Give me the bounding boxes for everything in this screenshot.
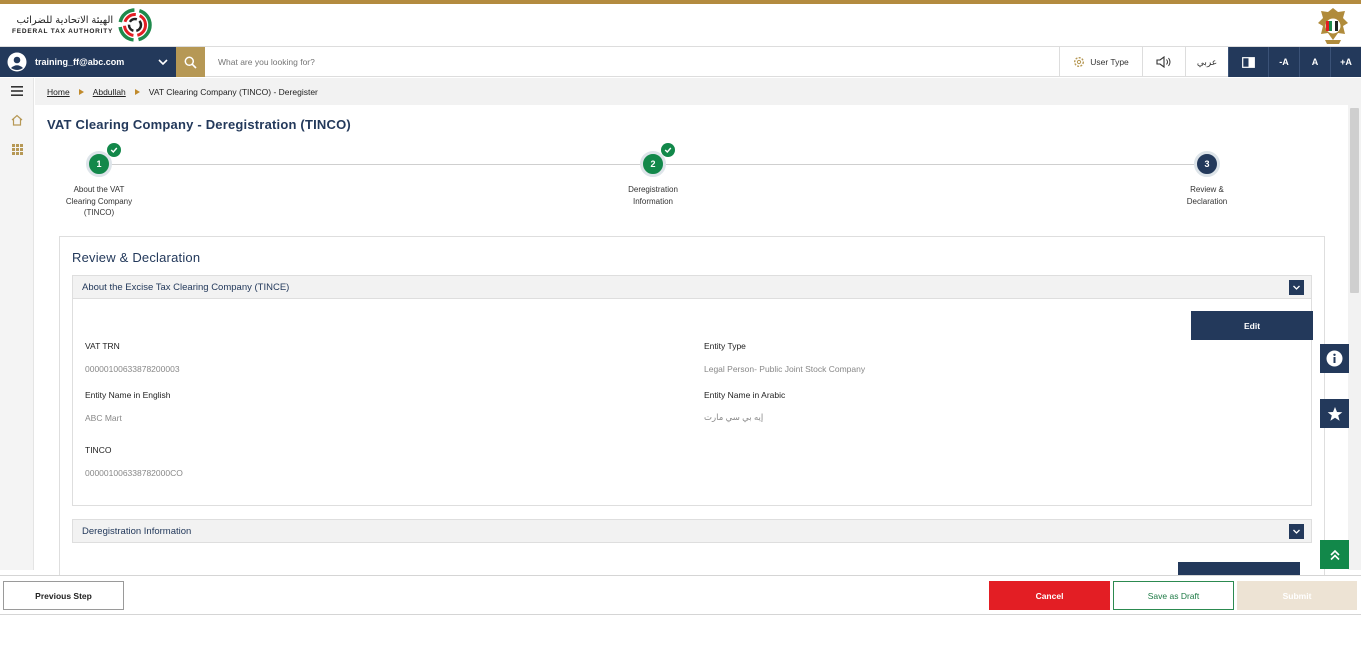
entity-name-ar-value: إيه بي سي مارت — [704, 412, 764, 422]
chevron-down-icon[interactable] — [157, 56, 169, 68]
review-panel: Review & Declaration About the Excise Ta… — [59, 236, 1325, 577]
accordion-body-about-tince: Edit VAT TRN 00000100633878200003 Entity… — [72, 299, 1313, 506]
edit-button[interactable]: Edit — [1191, 311, 1313, 340]
cancel-button[interactable]: Cancel — [989, 581, 1110, 610]
user-type-selector[interactable]: User Type — [1059, 47, 1142, 77]
font-decrease-button[interactable]: -A — [1268, 47, 1299, 77]
search-icon — [184, 56, 197, 69]
fta-logo-mark-icon — [118, 8, 152, 42]
scroll-to-top-button[interactable] — [1320, 540, 1349, 569]
logo-arabic-text: الهيئة الاتحادية للضرائب — [16, 14, 114, 26]
step-2[interactable]: 2 Deregistration Information — [598, 143, 708, 207]
step-number: 3 — [1194, 151, 1220, 177]
vat-trn-label: VAT TRN — [85, 341, 120, 351]
contrast-icon — [1242, 56, 1255, 68]
user-menu[interactable]: training_ff@abc.com — [0, 47, 176, 77]
breadcrumb-abdullah-link[interactable]: Abdullah — [93, 87, 126, 97]
entity-type-value: Legal Person- Public Joint Stock Company — [704, 364, 866, 374]
accordion-header-about-tince[interactable]: About the Excise Tax Clearing Company (T… — [72, 275, 1312, 299]
breadcrumb-separator-icon — [78, 88, 84, 95]
accordion-header-deregistration-info[interactable]: Deregistration Information — [72, 519, 1312, 543]
chevron-down-icon[interactable] — [1289, 524, 1304, 539]
uae-emblem-icon — [1318, 8, 1348, 44]
star-icon — [1327, 406, 1342, 421]
entity-type-label: Entity Type — [704, 341, 746, 351]
info-icon — [1326, 350, 1343, 367]
sidebar-item-apps[interactable] — [8, 140, 26, 158]
tinco-value: 000001006338782000CO — [85, 468, 183, 478]
step-1[interactable]: 1 About the VAT Clearing Company (TINCO) — [44, 143, 154, 219]
submit-button[interactable]: Submit — [1237, 581, 1357, 610]
vat-trn-value: 00000100633878200003 — [85, 364, 180, 374]
top-navigation-bar: training_ff@abc.com User Type عربي -A A … — [0, 46, 1361, 77]
step-label: About the VAT Clearing Company (TINCO) — [65, 185, 133, 217]
action-footer: Previous Step Cancel Save as Draft Submi… — [0, 575, 1361, 615]
language-toggle[interactable]: عربي — [1185, 47, 1228, 77]
breadcrumb-home-link[interactable]: Home — [47, 87, 70, 97]
entity-name-en-value: ABC Mart — [85, 413, 122, 423]
text-to-speech-button[interactable] — [1142, 47, 1185, 77]
menu-toggle[interactable] — [8, 82, 26, 100]
speaker-icon — [1156, 56, 1171, 68]
home-icon — [11, 114, 23, 126]
grid-icon — [11, 143, 23, 155]
contrast-toggle[interactable] — [1228, 47, 1268, 77]
gear-icon — [1074, 56, 1085, 68]
favorite-button[interactable] — [1320, 399, 1349, 428]
hamburger-menu-icon — [11, 86, 23, 96]
user-avatar-icon — [7, 52, 27, 72]
previous-step-button[interactable]: Previous Step — [3, 581, 124, 610]
scrollbar-thumb[interactable] — [1350, 108, 1359, 293]
review-title: Review & Declaration — [72, 250, 201, 265]
tinco-label: TINCO — [85, 445, 112, 455]
breadcrumb: Home Abdullah VAT Clearing Company (TINC… — [35, 78, 1361, 105]
left-sidebar — [0, 78, 34, 570]
font-normal-button[interactable]: A — [1299, 47, 1330, 77]
fta-logo[interactable]: الهيئة الاتحادية للضرائب FEDERAL TAX AUT… — [12, 7, 153, 43]
chevron-down-icon[interactable] — [1289, 280, 1304, 295]
check-icon — [661, 143, 675, 157]
search-button[interactable] — [176, 47, 205, 77]
user-type-label: User Type — [1090, 57, 1129, 67]
info-button[interactable] — [1320, 344, 1349, 373]
page-title: VAT Clearing Company - Deregistration (T… — [47, 117, 351, 132]
site-header: الهيئة الاتحادية للضرائب FEDERAL TAX AUT… — [0, 4, 1361, 46]
sidebar-item-home[interactable] — [8, 111, 26, 129]
entity-name-ar-label: Entity Name in Arabic — [704, 390, 786, 400]
user-email: training_ff@abc.com — [35, 57, 125, 67]
font-increase-button[interactable]: +A — [1330, 47, 1361, 77]
entity-name-en-label: Entity Name in English — [85, 390, 171, 400]
step-3[interactable]: 3 Review & Declaration — [1152, 151, 1262, 207]
accordion-title: About the Excise Tax Clearing Company (T… — [82, 281, 290, 293]
step-label: Review & Declaration — [1186, 185, 1228, 206]
breadcrumb-separator-icon — [134, 88, 140, 95]
logo-english-text: FEDERAL TAX AUTHORITY — [12, 27, 114, 35]
save-draft-button[interactable]: Save as Draft — [1113, 581, 1234, 610]
search-input[interactable] — [210, 51, 1050, 73]
breadcrumb-current: VAT Clearing Company (TINCO) - Deregiste… — [148, 86, 318, 97]
check-icon — [107, 143, 121, 157]
step-label: Deregistration Information — [628, 185, 678, 206]
double-chevron-up-icon — [1329, 549, 1340, 560]
accordion-title: Deregistration Information — [82, 525, 192, 537]
